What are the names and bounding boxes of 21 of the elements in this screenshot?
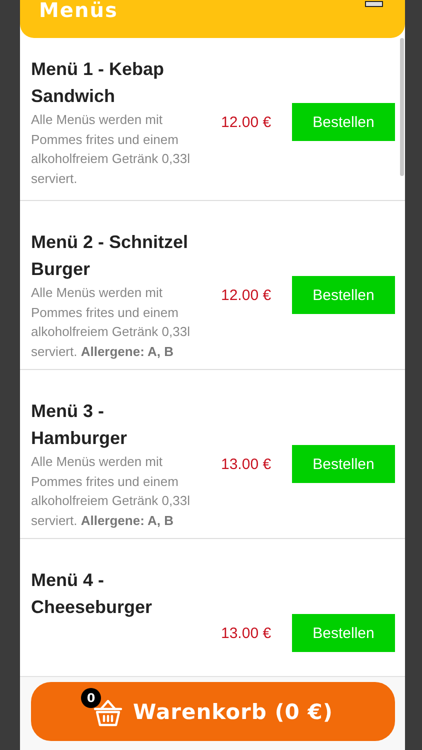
cart-count-badge: 0 <box>81 688 102 708</box>
menu-icon[interactable] <box>365 1 383 8</box>
menu-description: Alle Menüs werden mit Pommes frites und einem alkoholfreiem Getränk 0,33l serviert. Allergene: A, B <box>31 284 191 361</box>
cart-button[interactable]: 0 Warenkorb (0 €) <box>31 682 395 741</box>
order-button[interactable]: Bestellen <box>292 276 395 314</box>
order-button[interactable]: Bestellen <box>292 614 395 652</box>
price: 12.00 € <box>221 286 272 304</box>
menu-title: Menü 2 - Schnitzel Burger <box>31 231 190 281</box>
menu-title: Menü 3 - Hamburger <box>31 400 128 450</box>
menu-title: Menü 1 - Kebap Sandwich <box>31 58 166 108</box>
menu-description: Alle Menüs werden mit Pommes frites und einem alkoholfreiem Getränk 0,33l serviert. <box>31 111 191 188</box>
price: 13.00 € <box>221 624 272 642</box>
scrollbar[interactable] <box>400 38 404 176</box>
menu-title: Menü 4 - Cheeseburger <box>31 569 154 619</box>
cart-label: Warenkorb (0 €) <box>133 700 333 724</box>
price: 13.00 € <box>221 456 272 472</box>
price: 12.00 € <box>221 114 272 130</box>
order-button[interactable]: Bestellen <box>292 445 395 483</box>
menu-description: Alle Menüs werden mit Pommes frites und einem alkoholfreiem Getränk 0,33l serviert. Allergene: A, B <box>31 453 191 530</box>
page-title: Menüs <box>39 0 118 20</box>
order-button[interactable]: Bestellen <box>292 103 395 141</box>
